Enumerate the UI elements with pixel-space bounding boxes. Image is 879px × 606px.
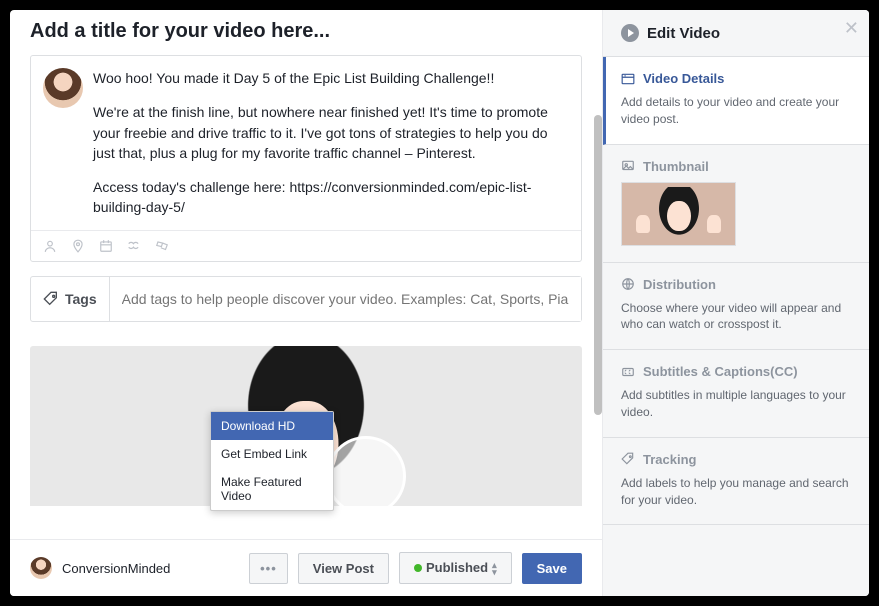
- video-options-menu: Download HD Get Embed Link Make Featured…: [210, 411, 334, 511]
- section-tracking[interactable]: Tracking Add labels to help you manage a…: [603, 438, 869, 526]
- location-icon[interactable]: [71, 239, 85, 253]
- section-video-details[interactable]: Video Details Add details to your video …: [603, 57, 869, 145]
- sidebar-sections: Video Details Add details to your video …: [603, 57, 869, 596]
- section-video-details-title: Video Details: [643, 71, 724, 86]
- video-title-input[interactable]: Add a title for your video here...: [30, 20, 582, 43]
- more-options-button[interactable]: •••: [249, 553, 288, 584]
- section-thumbnail-title: Thumbnail: [643, 159, 709, 174]
- feeling-icon[interactable]: [127, 239, 141, 253]
- tags-row: Tags: [30, 276, 582, 322]
- tags-input[interactable]: [110, 277, 581, 321]
- tag-people-icon[interactable]: [43, 239, 57, 253]
- play-icon: [621, 24, 639, 42]
- left-body: Woo hoo! You made it Day 5 of the Epic L…: [10, 55, 602, 539]
- thumbnail-preview[interactable]: [621, 182, 736, 246]
- page-avatar: [30, 557, 52, 579]
- close-button[interactable]: ✕: [844, 18, 859, 39]
- save-button[interactable]: Save: [522, 553, 582, 584]
- sidebar-title: Edit Video: [647, 25, 720, 42]
- status-dot-icon: [414, 564, 422, 572]
- menu-get-embed-link[interactable]: Get Embed Link: [211, 440, 333, 468]
- section-subtitles[interactable]: Subtitles & Captions(CC) Add subtitles i…: [603, 350, 869, 438]
- section-thumbnail[interactable]: Thumbnail: [603, 145, 869, 263]
- section-subtitles-desc: Add subtitles in multiple languages to y…: [621, 387, 851, 421]
- sort-caret-icon: ▴▾: [492, 562, 497, 576]
- post-paragraph-3: Access today's challenge here: https://c…: [93, 177, 569, 218]
- right-panel: ✕ Edit Video Video Details Add details t…: [603, 10, 869, 596]
- section-distribution-title: Distribution: [643, 277, 716, 292]
- section-distribution[interactable]: Distribution Choose where your video wil…: [603, 263, 869, 351]
- section-tracking-desc: Add labels to help you manage and search…: [621, 475, 851, 509]
- post-paragraph-1: Woo hoo! You made it Day 5 of the Epic L…: [93, 68, 569, 88]
- video-preview[interactable]: Download HD Get Embed Link Make Featured…: [30, 346, 582, 506]
- post-text[interactable]: Woo hoo! You made it Day 5 of the Epic L…: [93, 68, 569, 218]
- section-tracking-title: Tracking: [643, 452, 696, 467]
- composer-toolbar: [31, 230, 581, 261]
- post-paragraph-2: We're at the finish line, but nowhere ne…: [93, 102, 569, 163]
- section-subtitles-title: Subtitles & Captions(CC): [643, 364, 798, 379]
- post-composer: Woo hoo! You made it Day 5 of the Epic L…: [30, 55, 582, 262]
- menu-make-featured[interactable]: Make Featured Video: [211, 468, 333, 510]
- calendar-icon[interactable]: [99, 239, 113, 253]
- page-name[interactable]: ConversionMinded: [62, 561, 239, 576]
- published-status-button[interactable]: Published ▴▾: [399, 552, 512, 584]
- published-label: Published: [426, 560, 488, 575]
- left-footer: ConversionMinded ••• View Post Published…: [10, 539, 602, 596]
- scrollbar[interactable]: [594, 115, 602, 415]
- left-panel: Add a title for your video here... Woo h…: [10, 10, 603, 596]
- menu-download-hd[interactable]: Download HD: [211, 412, 333, 440]
- left-header: Add a title for your video here...: [10, 10, 602, 55]
- section-distribution-desc: Choose where your video will appear and …: [621, 300, 851, 334]
- user-avatar: [43, 68, 83, 108]
- right-header: Edit Video: [603, 10, 869, 57]
- edit-video-modal: Add a title for your video here... Woo h…: [10, 10, 869, 596]
- tags-label-text: Tags: [65, 291, 97, 307]
- branded-content-icon[interactable]: [155, 239, 169, 253]
- view-post-button[interactable]: View Post: [298, 553, 389, 584]
- section-video-details-desc: Add details to your video and create you…: [621, 94, 851, 128]
- tags-label: Tags: [31, 277, 110, 321]
